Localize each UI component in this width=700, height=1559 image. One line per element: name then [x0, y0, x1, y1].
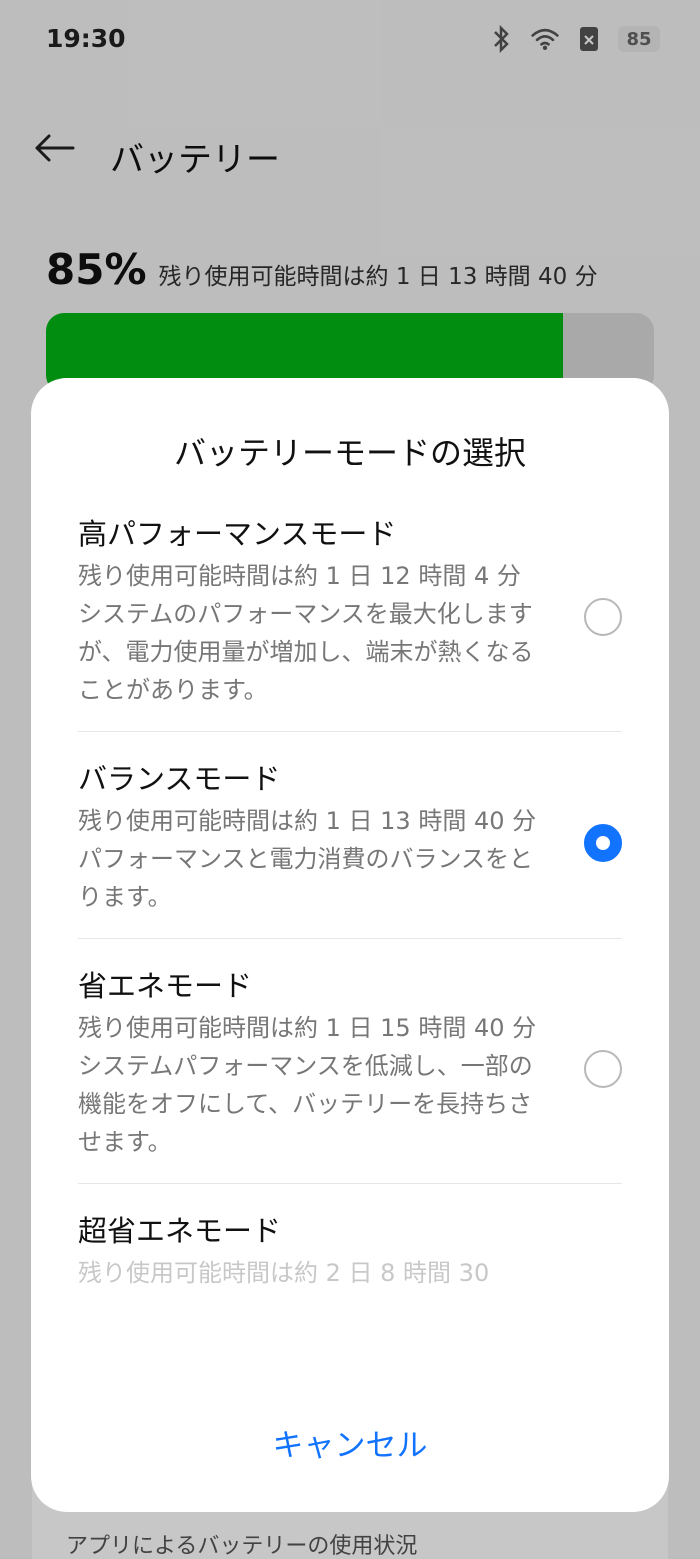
- radio-button-selected[interactable]: [584, 824, 622, 862]
- mode-name: 高パフォーマンスモード: [78, 517, 397, 551]
- mode-list[interactable]: 高パフォーマンスモード 残り使用可能時間は約 1 日 12 時間 4 分 システ…: [78, 503, 622, 1383]
- mode-option-high-performance[interactable]: 高パフォーマンスモード 残り使用可能時間は約 1 日 12 時間 4 分 システ…: [78, 503, 622, 732]
- mode-remaining-time: 残り使用可能時間は約 2 日 8 時間 30: [78, 1259, 490, 1287]
- mode-option-balanced[interactable]: バランスモード 残り使用可能時間は約 1 日 13 時間 40 分 パフォーマン…: [78, 748, 622, 939]
- dialog-title: バッテリーモードの選択: [173, 434, 526, 472]
- radio-button[interactable]: [584, 1050, 622, 1088]
- radio-button[interactable]: [584, 598, 622, 636]
- mode-description: パフォーマンスと電力消費のバランスをとります。: [78, 845, 534, 911]
- mode-name: バランスモード: [78, 762, 281, 796]
- mode-name: 省エネモード: [78, 969, 253, 1003]
- mode-option-ultra-power-saving[interactable]: 超省エネモード 残り使用可能時間は約 2 日 8 時間 30: [78, 1200, 622, 1314]
- cancel-button[interactable]: キャンセル: [31, 1418, 669, 1474]
- mode-description: システムパフォーマンスを低減し、一部の機能をオフにして、バッテリーを長持ちさせま…: [78, 1052, 533, 1156]
- mode-remaining-time: 残り使用可能時間は約 1 日 12 時間 4 分: [78, 562, 521, 590]
- mode-name: 超省エネモード: [78, 1214, 282, 1248]
- battery-mode-dialog: バッテリーモードの選択 高パフォーマンスモード 残り使用可能時間は約 1 日 1…: [31, 378, 669, 1512]
- mode-remaining-time: 残り使用可能時間は約 1 日 13 時間 40 分: [78, 807, 537, 835]
- mode-remaining-time: 残り使用可能時間は約 1 日 15 時間 40 分: [78, 1014, 537, 1042]
- mode-description: システムのパフォーマンスを最大化しますが、電力使用量が増加し、端末が熱くなること…: [78, 600, 534, 704]
- list-fade: [31, 1343, 669, 1398]
- mode-option-power-saving[interactable]: 省エネモード 残り使用可能時間は約 1 日 15 時間 40 分 システムパフォ…: [78, 955, 622, 1184]
